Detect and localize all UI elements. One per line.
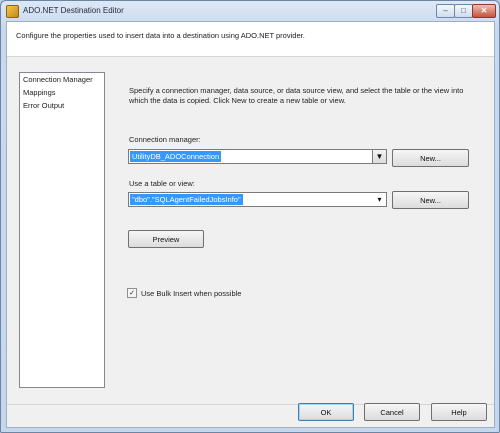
connection-manager-label: Connection manager: [129,135,201,144]
footer-divider [7,404,494,405]
maximize-button[interactable]: □ [454,4,473,18]
title-bar[interactable]: ADO.NET Destination Editor – □ ✕ [1,1,499,21]
new-table-button[interactable]: New... [392,191,469,209]
minimize-button[interactable]: – [436,4,455,18]
new-connection-button[interactable]: New... [392,149,469,167]
connection-manager-value: UtilityDB_ADOConnection [130,151,222,162]
nav-item-error-output[interactable]: Error Output [20,99,104,112]
nav-item-connection-manager[interactable]: Connection Manager [20,73,104,86]
app-icon [6,5,19,18]
nav-item-mappings[interactable]: Mappings [20,86,104,99]
table-or-view-dropdown[interactable]: "dbo"."SQLAgentFailedJobsInfo" ▾ [128,192,387,207]
preview-button[interactable]: Preview [128,230,204,248]
connection-manager-dropdown[interactable]: UtilityDB_ADOConnection ▼ [128,149,387,164]
header-description: Configure the properties used to insert … [16,31,305,40]
cancel-button[interactable]: Cancel [364,403,420,421]
close-button[interactable]: ✕ [472,4,496,18]
table-or-view-label: Use a table or view: [129,179,195,188]
chevron-down-icon[interactable]: ▼ [372,150,386,163]
dialog-client-area: Configure the properties used to insert … [6,21,495,428]
help-button[interactable]: Help [431,403,487,421]
chevron-down-icon[interactable]: ▾ [373,193,386,206]
instructions-text: Specify a connection manager, data sourc… [129,86,464,105]
bulk-insert-label: Use Bulk Insert when possible [141,288,242,298]
bulk-insert-checkbox[interactable]: ✓ [127,288,137,298]
bulk-insert-option[interactable]: ✓ Use Bulk Insert when possible [127,288,241,298]
window-title: ADO.NET Destination Editor [23,6,124,15]
table-or-view-value: "dbo"."SQLAgentFailedJobsInfo" [130,194,243,205]
header-band: Configure the properties used to insert … [7,22,494,57]
ok-button[interactable]: OK [298,403,354,421]
dialog-window: ADO.NET Destination Editor – □ ✕ Configu… [0,0,500,433]
navigation-list: Connection Manager Mappings Error Output [19,72,105,388]
